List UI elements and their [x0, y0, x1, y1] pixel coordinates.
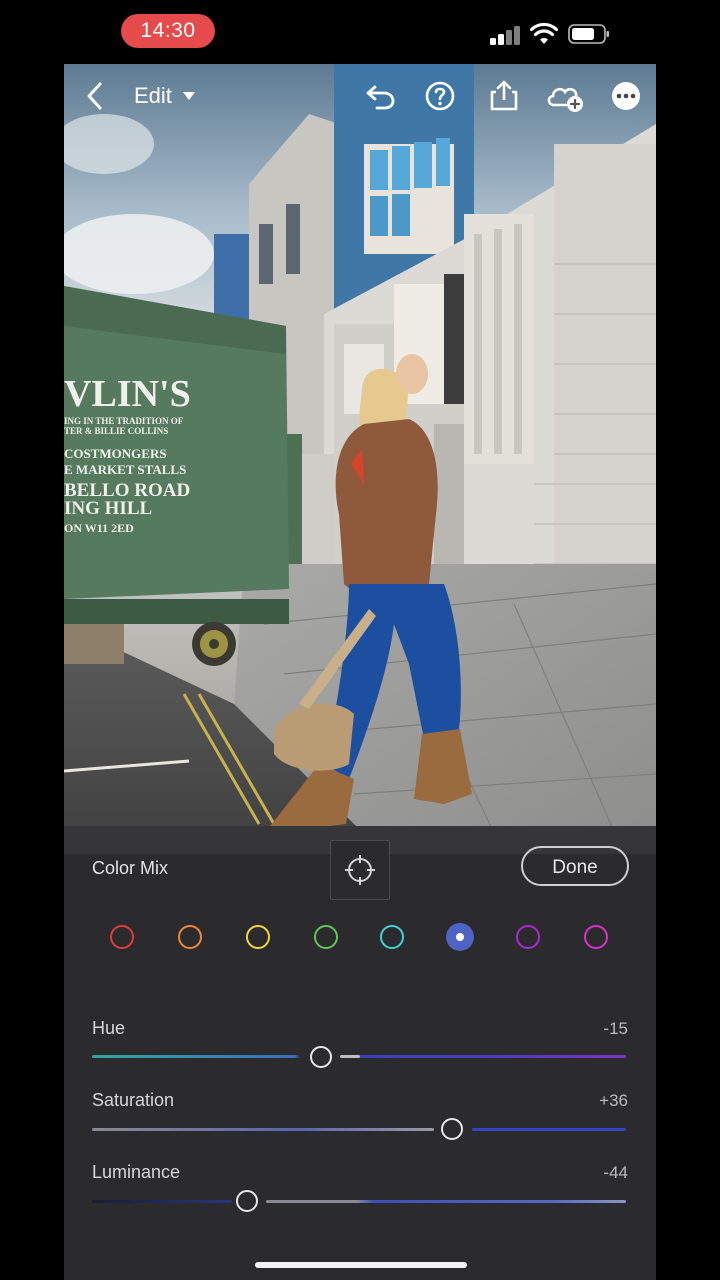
saturation-slider-thumb[interactable]: [441, 1118, 463, 1140]
swatch-blue-selected[interactable]: [446, 923, 474, 951]
caret-down-icon[interactable]: [182, 91, 196, 101]
selected-dot-icon: [456, 933, 464, 941]
top-toolbar: Edit: [64, 64, 656, 128]
swatch-aqua[interactable]: [380, 925, 404, 949]
cart-sign-line4: COSTMONGERS: [64, 446, 167, 461]
help-icon[interactable]: [422, 78, 458, 114]
color-swatch-row: [64, 923, 656, 957]
luminance-label: Luminance: [92, 1162, 181, 1182]
cart-sign-line7: ING HILL: [64, 498, 152, 519]
photo-image: VLIN'S ING IN THE TRADITION OF TER & BIL…: [64, 64, 656, 854]
swatch-green[interactable]: [314, 925, 338, 949]
phone-screen: 14:30 VLIN'S ING IN THE TRADITION OF TER…: [64, 0, 656, 1280]
undo-icon[interactable]: [362, 78, 398, 114]
cart-sign-line3: TER & BILLIE COLLINS: [64, 426, 168, 436]
cart-sign-line5: E MARKET STALLS: [64, 462, 186, 477]
swatch-magenta[interactable]: [584, 925, 608, 949]
luminance-slider-thumb[interactable]: [236, 1190, 258, 1212]
cart-sign-line2: ING IN THE TRADITION OF: [64, 416, 184, 426]
color-mix-panel: Color Mix Done Hue -15 Saturation +36 Lu…: [64, 826, 656, 1280]
saturation-slider-track-left[interactable]: [92, 1128, 434, 1131]
hue-slider-thumb[interactable]: [310, 1046, 332, 1068]
luminance-slider-track-left[interactable]: [92, 1200, 232, 1203]
luminance-value: -44: [603, 1163, 628, 1182]
cart-sign-line8: ON W11 2ED: [64, 521, 134, 535]
hue-center-mark: [340, 1055, 360, 1058]
hue-value: -15: [603, 1019, 628, 1038]
cellular-signal-icon: [490, 25, 522, 45]
swatch-red[interactable]: [110, 925, 134, 949]
cart-sign-title: VLIN'S: [64, 373, 191, 415]
share-icon[interactable]: [486, 78, 522, 114]
crosshair-target-icon: [345, 855, 375, 885]
status-time[interactable]: 14:30: [121, 14, 215, 48]
saturation-slider-track-right[interactable]: [472, 1128, 626, 1131]
luminance-slider-track-right[interactable]: [266, 1200, 626, 1203]
saturation-value: +36: [599, 1091, 628, 1110]
edit-mode-label[interactable]: Edit: [134, 82, 172, 110]
wifi-icon: [530, 22, 558, 44]
swatch-yellow[interactable]: [246, 925, 270, 949]
photo-canvas[interactable]: VLIN'S ING IN THE TRADITION OF TER & BIL…: [64, 64, 656, 854]
back-chevron-icon[interactable]: [78, 78, 114, 114]
panel-title: Color Mix: [92, 858, 169, 878]
home-indicator[interactable]: [255, 1262, 467, 1268]
done-button[interactable]: Done: [521, 846, 629, 886]
hue-label: Hue: [92, 1018, 126, 1038]
swatch-orange[interactable]: [178, 925, 202, 949]
battery-icon: [568, 24, 609, 44]
saturation-label: Saturation: [92, 1090, 175, 1110]
swatch-purple[interactable]: [516, 925, 540, 949]
targeted-adjustment-button[interactable]: [330, 840, 390, 900]
status-bar: 14:30: [64, 0, 656, 64]
more-options-icon[interactable]: [608, 78, 644, 114]
cloud-add-icon[interactable]: [544, 78, 586, 114]
